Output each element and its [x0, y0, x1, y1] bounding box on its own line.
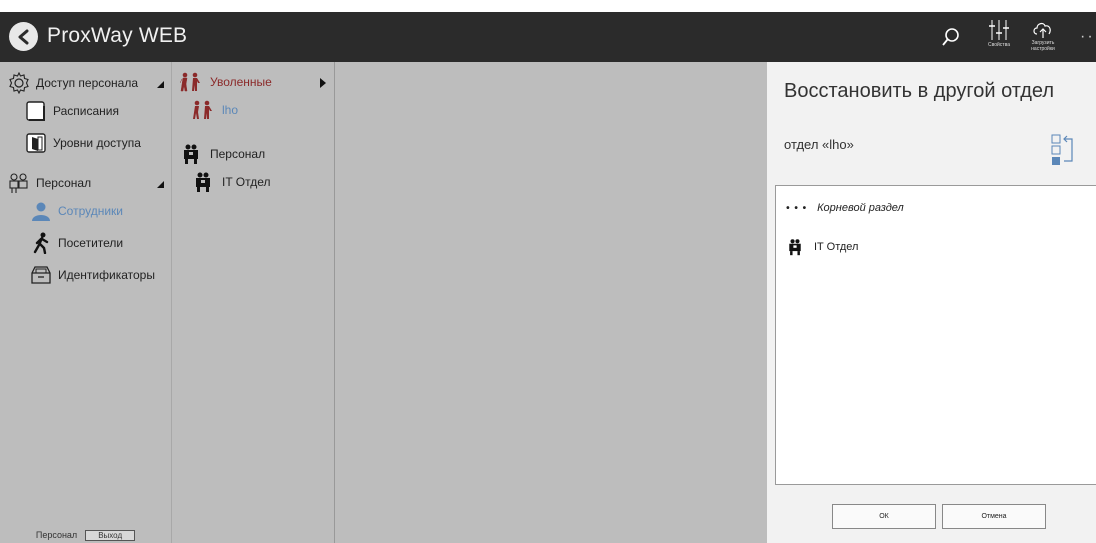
- tree-item-label: IT Отдел: [222, 175, 271, 189]
- department-tree: Уволенные lho Персонал IT Отдел: [171, 62, 335, 543]
- dialog-title: Восстановить в другой отдел: [784, 80, 1055, 102]
- upload-settings-button[interactable]: Загрузить настройки: [1022, 18, 1064, 58]
- tree-item-it-department[interactable]: IT Отдел: [192, 172, 271, 192]
- card-box-icon: [30, 264, 52, 286]
- tree-item-dismissed[interactable]: Уволенные: [180, 72, 272, 92]
- more-menu-button[interactable]: ··: [1080, 28, 1095, 46]
- sidebar-group-staff-access[interactable]: Доступ персонала: [8, 72, 138, 94]
- people-icon: [8, 172, 30, 194]
- user-icon: [30, 200, 52, 222]
- back-button[interactable]: [9, 22, 38, 51]
- sidebar-item-employees[interactable]: Сотрудники: [30, 200, 123, 222]
- list-item-it-department[interactable]: IT Отдел: [786, 238, 858, 256]
- sidebar-item-label: Сотрудники: [58, 204, 123, 218]
- tree-item-personnel[interactable]: Персонал: [180, 144, 265, 164]
- properties-button[interactable]: Свойства: [978, 18, 1020, 58]
- current-section-label: Персонал: [35, 530, 78, 540]
- sidebar-item-label: Идентификаторы: [58, 268, 155, 282]
- sidebar-footer: Персонал Выход: [0, 527, 171, 543]
- ellipsis-icon: • • •: [786, 202, 808, 214]
- sidebar-item-label: Посетители: [58, 236, 124, 250]
- chevron-left-icon: [18, 29, 28, 44]
- expand-arrow-icon[interactable]: [320, 78, 326, 88]
- calendar-icon: [25, 100, 47, 122]
- department-list: • • • Корневой раздел IT Отдел: [775, 185, 1096, 485]
- sidebar-group-label: Доступ персонала: [36, 76, 139, 90]
- dialog-subtitle: отдел «lho»: [784, 137, 854, 152]
- upload-settings-label: Загрузить настройки: [1031, 40, 1055, 52]
- top-bar: ProxWay WEB Свойства Загрузить настройки…: [0, 12, 1096, 62]
- sidebar-item-visitors[interactable]: Посетители: [30, 232, 123, 254]
- sidebar-item-schedules[interactable]: Расписания: [25, 100, 119, 122]
- door-icon: [25, 132, 47, 154]
- content-area: [335, 62, 767, 543]
- sidebar-item-access-levels[interactable]: Уровни доступа: [25, 132, 141, 154]
- tree-item-label: Персонал: [210, 147, 266, 161]
- dismissed-people-icon: [192, 100, 214, 120]
- walking-person-icon: [30, 232, 52, 254]
- tree-item-label: Уволенные: [210, 75, 272, 89]
- properties-label: Свойства: [988, 42, 1010, 48]
- cloud-upload-icon: [1033, 22, 1051, 38]
- search-icon: [942, 28, 959, 46]
- sidebar-group-label: Персонал: [36, 176, 92, 190]
- dismissed-people-icon: [180, 72, 202, 92]
- list-item-root[interactable]: • • • Корневой раздел: [786, 202, 904, 214]
- cancel-button[interactable]: Отмена: [942, 504, 1046, 529]
- staff-group-icon: [786, 238, 804, 256]
- move-department-icon: [1050, 129, 1078, 169]
- gear-icon: [8, 72, 30, 94]
- app-title: ProxWay WEB: [47, 24, 188, 47]
- sidebar-item-identifiers[interactable]: Идентификаторы: [30, 264, 155, 286]
- list-item-label: Корневой раздел: [817, 202, 904, 214]
- tree-item-lho[interactable]: lho: [192, 100, 238, 120]
- collapse-arrow-icon[interactable]: [157, 181, 164, 188]
- sidebar-item-label: Расписания: [53, 104, 119, 118]
- search-button[interactable]: [940, 26, 962, 48]
- staff-group-icon: [192, 172, 214, 192]
- sliders-icon: [989, 20, 1009, 40]
- restore-dialog: Восстановить в другой отдел отдел «lho» …: [767, 62, 1096, 543]
- sidebar-item-label: Уровни доступа: [53, 136, 141, 150]
- ok-button[interactable]: ОК: [832, 504, 936, 529]
- sidebar: Доступ персонала Расписания Уровни досту…: [0, 62, 171, 543]
- exit-button[interactable]: Выход: [85, 529, 136, 541]
- collapse-arrow-icon[interactable]: [157, 81, 164, 88]
- list-item-label: IT Отдел: [814, 241, 859, 253]
- staff-group-icon: [180, 144, 202, 164]
- tree-item-label: lho: [222, 103, 239, 117]
- sidebar-group-personnel[interactable]: Персонал: [8, 172, 91, 194]
